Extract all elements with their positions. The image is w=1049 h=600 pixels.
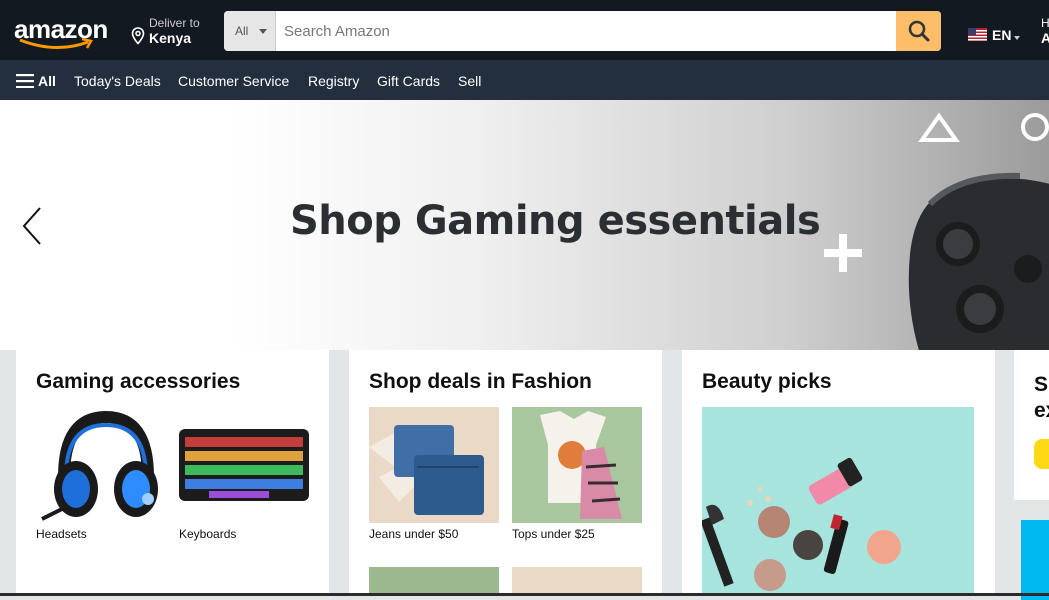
tile-jeans[interactable]: Jeans under $50: [369, 407, 499, 541]
hamburger-icon: [16, 74, 34, 88]
card-action-button[interactable]: [1034, 439, 1049, 469]
card-title: Beauty picks: [702, 370, 832, 393]
circle-symbol-icon: [1021, 113, 1049, 141]
beauty-image[interactable]: [702, 407, 974, 596]
tile-partial-image[interactable]: [512, 567, 642, 596]
tile-partial-image[interactable]: [369, 567, 499, 596]
tile-keyboards[interactable]: Keyboards: [179, 407, 309, 541]
language-label: EN: [992, 27, 1012, 43]
deliver-label: Deliver to: [149, 16, 200, 30]
game-controller-image: [908, 172, 1049, 350]
card-gaming-accessories: Gaming accessories Headsets Keyboards: [16, 350, 329, 596]
search-category-dropdown[interactable]: All: [224, 11, 276, 51]
amazon-logo[interactable]: amazon: [14, 14, 108, 50]
card-partial: S ex: [1014, 350, 1049, 500]
all-menu-label: All: [38, 73, 56, 89]
tile-caption: Jeans under $50: [369, 527, 459, 541]
card-beauty-picks: Beauty picks: [682, 350, 995, 596]
tops-image: [512, 407, 642, 523]
top-header: amazon Deliver to Kenya All EN H A: [0, 0, 1049, 60]
tile-tops[interactable]: Tops under $25: [512, 407, 642, 541]
search-icon: [908, 20, 929, 42]
smile-arrow-icon: [19, 38, 93, 50]
headset-image: [36, 407, 166, 523]
card-title: Shop deals in Fashion: [369, 370, 592, 393]
card-fashion-deals: Shop deals in Fashion Jeans under $50 To…: [349, 350, 662, 596]
nav-item-registry[interactable]: Registry: [308, 73, 359, 89]
card-title: Gaming accessories: [36, 370, 241, 393]
account-label: A: [1041, 30, 1049, 46]
card-title-line1: S: [1034, 373, 1049, 396]
tile-headsets[interactable]: Headsets: [36, 407, 166, 541]
search-button[interactable]: [896, 11, 941, 51]
location-pin-icon: [131, 27, 145, 45]
tile-caption: Keyboards: [179, 527, 237, 541]
search-input[interactable]: [276, 11, 896, 51]
nav-item-gift-cards[interactable]: Gift Cards: [377, 73, 440, 89]
card-partial-image[interactable]: [1021, 520, 1049, 600]
nav-item-todays-deals[interactable]: Today's Deals: [74, 73, 161, 89]
triangle-symbol-icon: [918, 112, 960, 142]
nav-item-sell[interactable]: Sell: [458, 73, 481, 89]
search-category-label: All: [235, 24, 249, 38]
caret-down-icon: [1014, 36, 1020, 40]
card-row: Gaming accessories Headsets Keyboards Sh…: [0, 350, 1049, 600]
tile-caption: Tops under $25: [512, 527, 595, 541]
jeans-image: [369, 407, 499, 523]
account-greeting: H: [1041, 16, 1049, 30]
deliver-location: Kenya: [149, 30, 192, 46]
hero-banner[interactable]: Shop Gaming essentials: [0, 100, 1049, 350]
keyboard-image: [179, 407, 309, 523]
nav-item-customer-service[interactable]: Customer Service: [178, 73, 289, 89]
card-title-line2: ex: [1034, 399, 1049, 422]
us-flag-icon: [968, 28, 987, 41]
hero-title: Shop Gaming essentials: [290, 198, 821, 244]
search-bar: All: [224, 11, 941, 51]
nav-bar: All Today's Deals Customer Service Regis…: [0, 60, 1049, 100]
plus-symbol-icon: [824, 234, 862, 272]
account-menu[interactable]: H A: [1041, 16, 1049, 46]
caret-down-icon: [259, 29, 267, 34]
carousel-prev-arrow-icon[interactable]: [20, 204, 44, 248]
tile-caption: Headsets: [36, 527, 87, 541]
